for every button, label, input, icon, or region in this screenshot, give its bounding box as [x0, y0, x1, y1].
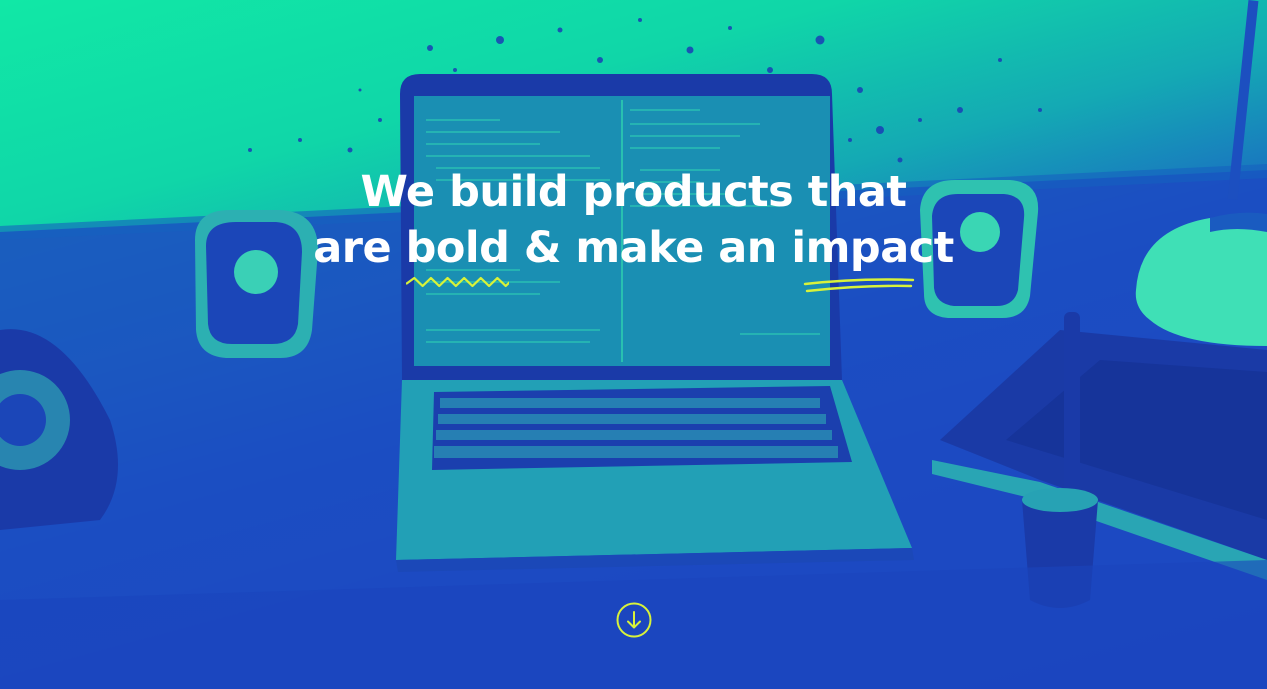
- squiggle-underline-icon: [405, 276, 510, 288]
- headline-line-2: are bold & make an impact: [0, 220, 1267, 293]
- scroll-down-button[interactable]: [616, 602, 652, 638]
- hero-section: We build products that are bold & make a…: [0, 0, 1267, 689]
- headline-text-make-an: & make an: [509, 223, 792, 273]
- headline-word-impact-text: impact: [791, 223, 954, 273]
- headline-word-impact: impact: [791, 220, 954, 293]
- headline-text-are: are: [313, 223, 406, 273]
- headline-line-1: We build products that: [360, 167, 907, 217]
- headline-word-bold-text: bold: [405, 223, 510, 273]
- headline-word-bold: bold: [405, 220, 510, 288]
- double-underline-icon: [804, 278, 915, 293]
- arrow-down-circle-icon: [616, 602, 652, 638]
- hero-background-scene: [0, 0, 1267, 689]
- hero-headline: We build products that are bold & make a…: [0, 164, 1267, 293]
